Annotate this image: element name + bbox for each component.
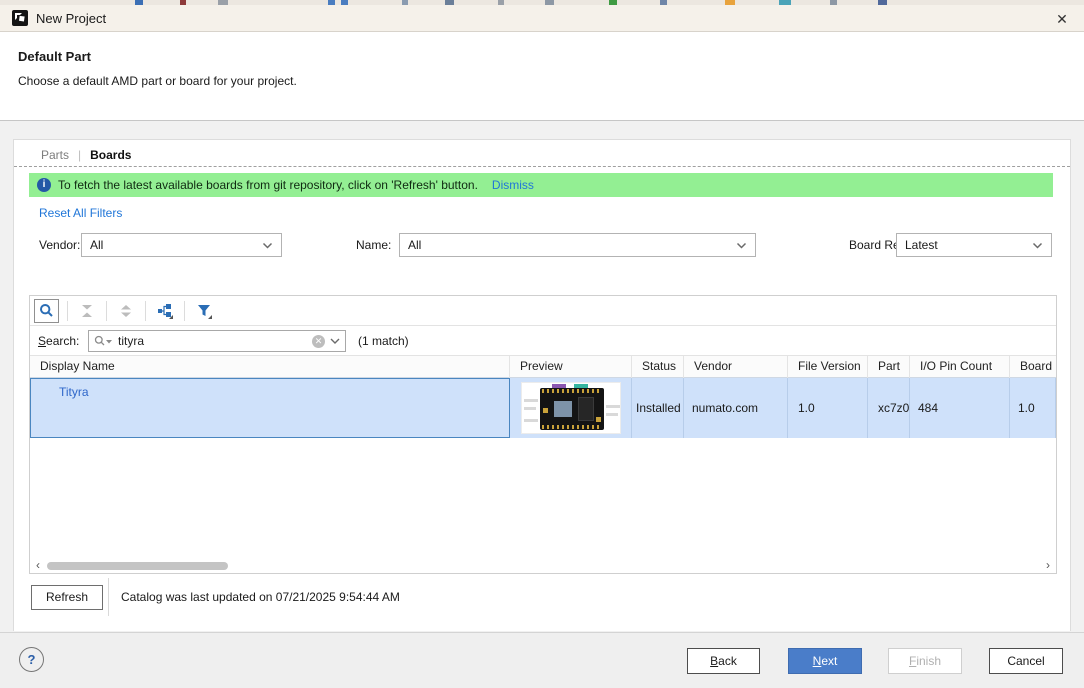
cell-file-version: 1.0	[788, 378, 868, 438]
toolbar-divider	[145, 301, 146, 321]
dialog-titlebar: New Project ✕	[0, 5, 1084, 32]
dismiss-link[interactable]: Dismiss	[492, 178, 534, 192]
search-history-chevron-icon[interactable]	[330, 338, 340, 344]
board-preview-image	[521, 382, 621, 434]
group-by-icon	[157, 303, 173, 319]
search-field-icon	[94, 335, 112, 347]
vendor-label: Vendor:	[39, 238, 80, 252]
scrollbar-thumb[interactable]	[47, 562, 228, 570]
page-title: Default Part	[18, 49, 91, 64]
refresh-divider	[108, 578, 109, 616]
chevron-down-icon	[736, 242, 747, 249]
name-label: Name:	[356, 238, 391, 252]
board-table-panel: Search: tityra ✕ (1 match)	[29, 295, 1057, 574]
toolbar-divider	[184, 301, 185, 321]
new-project-dialog: New Project ✕ Default Part Choose a defa…	[0, 0, 1084, 688]
finish-button[interactable]: Finish	[888, 648, 962, 674]
cell-status: Installed	[632, 378, 684, 438]
scroll-left-icon[interactable]: ‹	[32, 559, 44, 573]
board-rev-value: Latest	[905, 238, 1032, 252]
dialog-title: New Project	[36, 11, 106, 26]
info-icon: i	[37, 178, 51, 192]
horizontal-scrollbar[interactable]: ‹ ›	[30, 559, 1056, 573]
selector-panel: Parts | Boards i To fetch the latest ava…	[13, 139, 1071, 631]
filter-button[interactable]	[193, 300, 215, 322]
filter-icon	[196, 303, 212, 319]
column-header-status[interactable]: Status	[632, 356, 684, 378]
search-toggle-button[interactable]	[34, 299, 59, 323]
part-board-tabs: Parts | Boards	[41, 145, 131, 165]
expand-all-icon	[119, 304, 133, 318]
page-subtitle: Choose a default AMD part or board for y…	[18, 74, 297, 88]
content-area: Parts | Boards i To fetch the latest ava…	[0, 121, 1084, 632]
info-banner: i To fetch the latest available boards f…	[29, 173, 1053, 197]
vivado-logo-icon	[12, 10, 28, 26]
name-dropdown[interactable]: All	[399, 233, 756, 257]
group-by-button[interactable]	[154, 300, 176, 322]
clear-search-icon[interactable]: ✕	[312, 335, 325, 348]
table-row[interactable]: Tityra	[30, 378, 1056, 438]
search-label: Search:	[38, 334, 79, 348]
chevron-down-icon	[262, 242, 273, 249]
column-header-io-pin-count[interactable]: I/O Pin Count	[910, 356, 1010, 378]
cell-preview	[510, 378, 632, 438]
wizard-header: Default Part Choose a default AMD part o…	[0, 32, 1084, 121]
column-header-file-version[interactable]: File Version	[788, 356, 868, 378]
cell-part: xc7z020	[868, 378, 910, 438]
cell-io-pin-count: 484	[910, 378, 1010, 438]
column-header-board-rev[interactable]: Board Rev	[1010, 356, 1056, 378]
search-input[interactable]: tityra ✕	[88, 330, 346, 352]
chevron-down-icon	[1032, 242, 1043, 249]
search-row: Search: tityra ✕ (1 match)	[30, 326, 1056, 356]
dialog-footer: ? Back Next Finish Cancel	[0, 632, 1084, 688]
tab-divider	[14, 166, 1070, 167]
column-header-vendor[interactable]: Vendor	[684, 356, 788, 378]
column-header-display-name[interactable]: Display Name	[30, 356, 510, 378]
toolbar-divider	[106, 301, 107, 321]
vendor-value: All	[90, 238, 262, 252]
table-toolbar	[30, 296, 1056, 326]
expand-all-button[interactable]	[115, 300, 137, 322]
toolbar-divider	[67, 301, 68, 321]
column-header-part[interactable]: Part	[868, 356, 910, 378]
tab-separator: |	[78, 148, 81, 162]
refresh-button[interactable]: Refresh	[31, 585, 103, 610]
match-count: (1 match)	[358, 334, 409, 348]
banner-message: To fetch the latest available boards fro…	[58, 178, 478, 192]
catalog-status-text: Catalog was last updated on 07/21/2025 9…	[121, 590, 400, 604]
search-value: tityra	[118, 334, 312, 348]
cell-vendor: numato.com	[684, 378, 788, 438]
tab-boards[interactable]: Boards	[90, 148, 131, 162]
table-header: Display Name Preview Status Vendor File …	[30, 356, 1056, 378]
name-value: All	[408, 238, 736, 252]
back-button[interactable]: Back	[687, 648, 760, 674]
tab-parts[interactable]: Parts	[41, 148, 69, 162]
close-icon[interactable]: ✕	[1052, 9, 1072, 29]
collapse-all-button[interactable]	[76, 300, 98, 322]
help-button[interactable]: ?	[19, 647, 44, 672]
scroll-right-icon[interactable]: ›	[1042, 559, 1054, 573]
search-icon	[39, 303, 54, 318]
vendor-dropdown[interactable]: All	[81, 233, 282, 257]
column-header-preview[interactable]: Preview	[510, 356, 632, 378]
cell-display-name[interactable]: Tityra	[30, 378, 510, 438]
collapse-all-icon	[80, 304, 94, 318]
board-rev-dropdown[interactable]: Latest	[896, 233, 1052, 257]
next-button[interactable]: Next	[788, 648, 862, 674]
reset-all-filters-link[interactable]: Reset All Filters	[39, 206, 122, 220]
cell-board-rev: 1.0	[1010, 378, 1056, 438]
cancel-button[interactable]: Cancel	[989, 648, 1063, 674]
